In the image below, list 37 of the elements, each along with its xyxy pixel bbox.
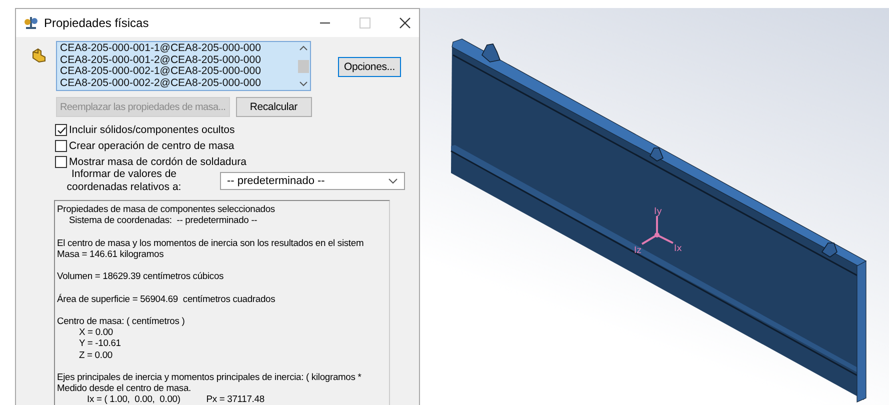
report-line: Ejes principales de inercia y momentos principales de inercia: ( kilogramos * [57, 370, 362, 382]
report-line: Centro de masa: ( centímetros ) [57, 314, 186, 326]
report-line: El centro de masa y los momentos de inercia son los resultados en el sistem [57, 236, 365, 248]
axis-label: Iz [634, 246, 642, 256]
report-line: Sistema de coordenadas: -- predeterminado -- [69, 214, 258, 226]
field-label: Informar de valores de coordenadas relativos a: [66, 168, 182, 194]
report-line: Z = 0.00 [79, 348, 112, 360]
axis-label: Iy [654, 207, 662, 217]
scroll-up-icon[interactable] [298, 45, 308, 51]
caret-icon [388, 178, 398, 184]
axis-label: Ix [674, 244, 682, 254]
report-line: Masa = 146.61 kilogramos [57, 248, 165, 259]
action-button[interactable]: Recalcular [236, 97, 312, 117]
report-line: Propiedades de masa de componentes seleccionados [57, 203, 276, 214]
report-line: Área de superficie = 56904.69 centímetros cuadrados [57, 292, 276, 304]
panel-model-drawing[interactable] [450, 38, 866, 402]
3d-viewport[interactable]: Iy Iz Ix [420, 8, 889, 405]
report-line: X = 0.00 [79, 326, 113, 338]
checkbox-label: Crear operación de centro de masa [69, 140, 234, 152]
report-value: Px = 37117.48 [206, 393, 264, 405]
checkbox[interactable] [55, 124, 67, 136]
close-icon[interactable] [399, 17, 411, 29]
axis-triad-icon [641, 216, 674, 245]
report-line: Volumen = 18629.39 centímetros cúbicos [57, 270, 225, 282]
report-line: Ix = ( 1.00, 0.00, 0.00) [87, 393, 180, 405]
report-line: Y = -10.61 [79, 337, 121, 349]
options-button[interactable]: Opciones... [338, 57, 401, 77]
checkbox[interactable] [55, 140, 67, 152]
coordinate-system-dropdown[interactable]: -- predeterminado -- [220, 172, 405, 190]
checkbox[interactable] [55, 156, 67, 168]
report-line: Medido desde el centro de masa. [57, 382, 192, 394]
checkbox-label: Mostrar masa de cordón de soldadura [69, 156, 246, 168]
selection-list[interactable]: CEA8-205-000-001-1@CEA8-205-000-000 CEA8-205-000-001-2@CEA8-205-000-000 CEA8-205-000-002-1@CEA8-205-000-000 CEA8-205-000-002-2@CEA8-205-000-000 [56, 41, 311, 91]
checkbox-label: Incluir sólidos/componentes ocultos [69, 124, 235, 136]
scroll-down-icon[interactable] [298, 81, 308, 87]
scale-icon [24, 16, 38, 30]
window-title: Propiedades físicas [44, 16, 149, 30]
